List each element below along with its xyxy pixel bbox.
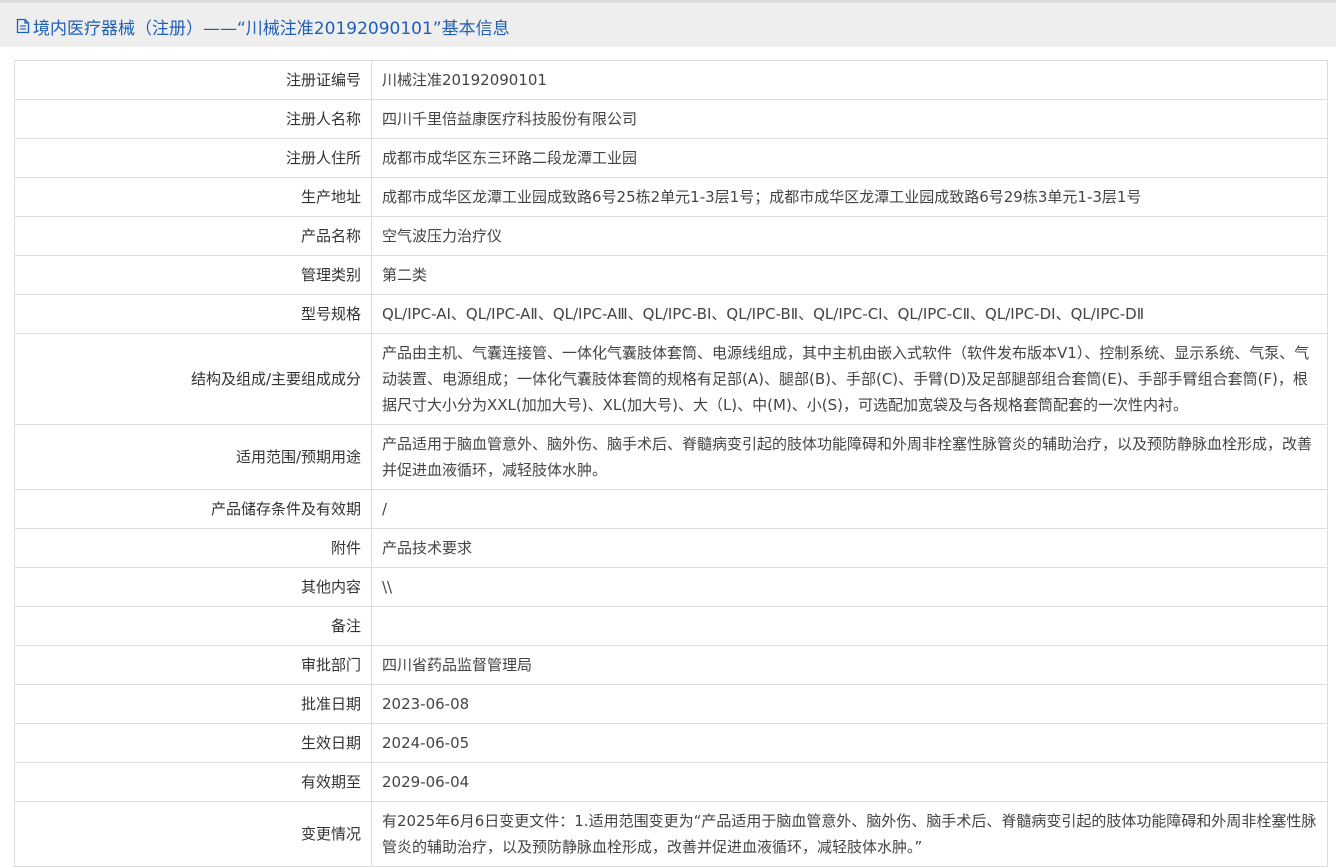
table-row: 注册人住所 成都市成华区东三环路二段龙潭工业园: [14, 138, 1328, 178]
field-label: 适用范围/预期用途: [14, 424, 372, 490]
field-value: 第二类: [371, 255, 1328, 295]
table-row: 附件 产品技术要求: [14, 528, 1328, 568]
field-value: 四川省药品监督管理局: [371, 645, 1328, 685]
table-row: 生产地址 成都市成华区龙潭工业园成致路6号25栋2单元1-3层1号；成都市成华区…: [14, 177, 1328, 217]
field-label: 备注: [14, 606, 372, 646]
field-value: 成都市成华区东三环路二段龙潭工业园: [371, 138, 1328, 178]
field-value: 成都市成华区龙潭工业园成致路6号25栋2单元1-3层1号；成都市成华区龙潭工业园…: [371, 177, 1328, 217]
table-row: 审批部门 四川省药品监督管理局: [14, 645, 1328, 685]
table-row: 生效日期 2024-06-05: [14, 723, 1328, 763]
table-row: 注册人名称 四川千里倍益康医疗科技股份有限公司: [14, 99, 1328, 139]
table-row: 管理类别 第二类: [14, 255, 1328, 295]
field-value: 产品由主机、气囊连接管、一体化气囊肢体套筒、电源线组成，其中主机由嵌入式软件（软…: [371, 333, 1328, 425]
field-value: 川械注准20192090101: [371, 60, 1328, 100]
field-label: 注册证编号: [14, 60, 372, 100]
info-table: 注册证编号 川械注准20192090101 注册人名称 四川千里倍益康医疗科技股…: [14, 60, 1328, 867]
field-value: 空气波压力治疗仪: [371, 216, 1328, 256]
field-label: 审批部门: [14, 645, 372, 685]
table-row: 有效期至 2029-06-04: [14, 762, 1328, 802]
table-row: 批准日期 2023-06-08: [14, 684, 1328, 724]
document-icon: [16, 18, 30, 34]
field-value: QL/IPC-AⅠ、QL/IPC-AⅡ、QL/IPC-AⅢ、QL/IPC-BⅠ、…: [371, 294, 1328, 334]
field-label: 其他内容: [14, 567, 372, 607]
field-label: 注册人住所: [14, 138, 372, 178]
page-title: 境内医疗器械（注册）——“川械注准20192090101”基本信息: [33, 18, 510, 39]
info-table-container: 注册证编号 川械注准20192090101 注册人名称 四川千里倍益康医疗科技股…: [14, 60, 1328, 867]
page-title-row: 境内医疗器械（注册）——“川械注准20192090101”基本信息: [16, 13, 510, 39]
field-value: 产品适用于脑血管意外、脑外伤、脑手术后、脊髓病变引起的肢体功能障碍和外周非栓塞性…: [371, 424, 1328, 490]
field-value: 四川千里倍益康医疗科技股份有限公司: [371, 99, 1328, 139]
field-value: 2024-06-05: [371, 723, 1328, 763]
field-label: 结构及组成/主要组成成分: [14, 333, 372, 425]
table-row: 适用范围/预期用途 产品适用于脑血管意外、脑外伤、脑手术后、脊髓病变引起的肢体功…: [14, 424, 1328, 490]
table-row: 结构及组成/主要组成成分 产品由主机、气囊连接管、一体化气囊肢体套筒、电源线组成…: [14, 333, 1328, 425]
table-row: 产品储存条件及有效期 /: [14, 489, 1328, 529]
field-label: 产品名称: [14, 216, 372, 256]
field-label: 有效期至: [14, 762, 372, 802]
table-row: 变更情况 有2025年6月6日变更文件：1.适用范围变更为“产品适用于脑血管意外…: [14, 801, 1328, 867]
field-value: [371, 606, 1328, 646]
field-value: 2023-06-08: [371, 684, 1328, 724]
field-label: 产品储存条件及有效期: [14, 489, 372, 529]
field-label: 变更情况: [14, 801, 372, 867]
page-header: 境内医疗器械（注册）——“川械注准20192090101”基本信息: [0, 0, 1336, 47]
table-row: 产品名称 空气波压力治疗仪: [14, 216, 1328, 256]
field-label: 型号规格: [14, 294, 372, 334]
field-value: 有2025年6月6日变更文件：1.适用范围变更为“产品适用于脑血管意外、脑外伤、…: [371, 801, 1328, 867]
field-label: 生效日期: [14, 723, 372, 763]
field-label: 注册人名称: [14, 99, 372, 139]
field-value: 2029-06-04: [371, 762, 1328, 802]
field-label: 管理类别: [14, 255, 372, 295]
table-row: 备注: [14, 606, 1328, 646]
field-label: 生产地址: [14, 177, 372, 217]
table-row: 型号规格 QL/IPC-AⅠ、QL/IPC-AⅡ、QL/IPC-AⅢ、QL/IP…: [14, 294, 1328, 334]
field-value: 产品技术要求: [371, 528, 1328, 568]
field-label: 附件: [14, 528, 372, 568]
field-value: /: [371, 489, 1328, 529]
table-row: 其他内容 \\: [14, 567, 1328, 607]
field-label: 批准日期: [14, 684, 372, 724]
field-value: \\: [371, 567, 1328, 607]
table-row: 注册证编号 川械注准20192090101: [14, 60, 1328, 100]
